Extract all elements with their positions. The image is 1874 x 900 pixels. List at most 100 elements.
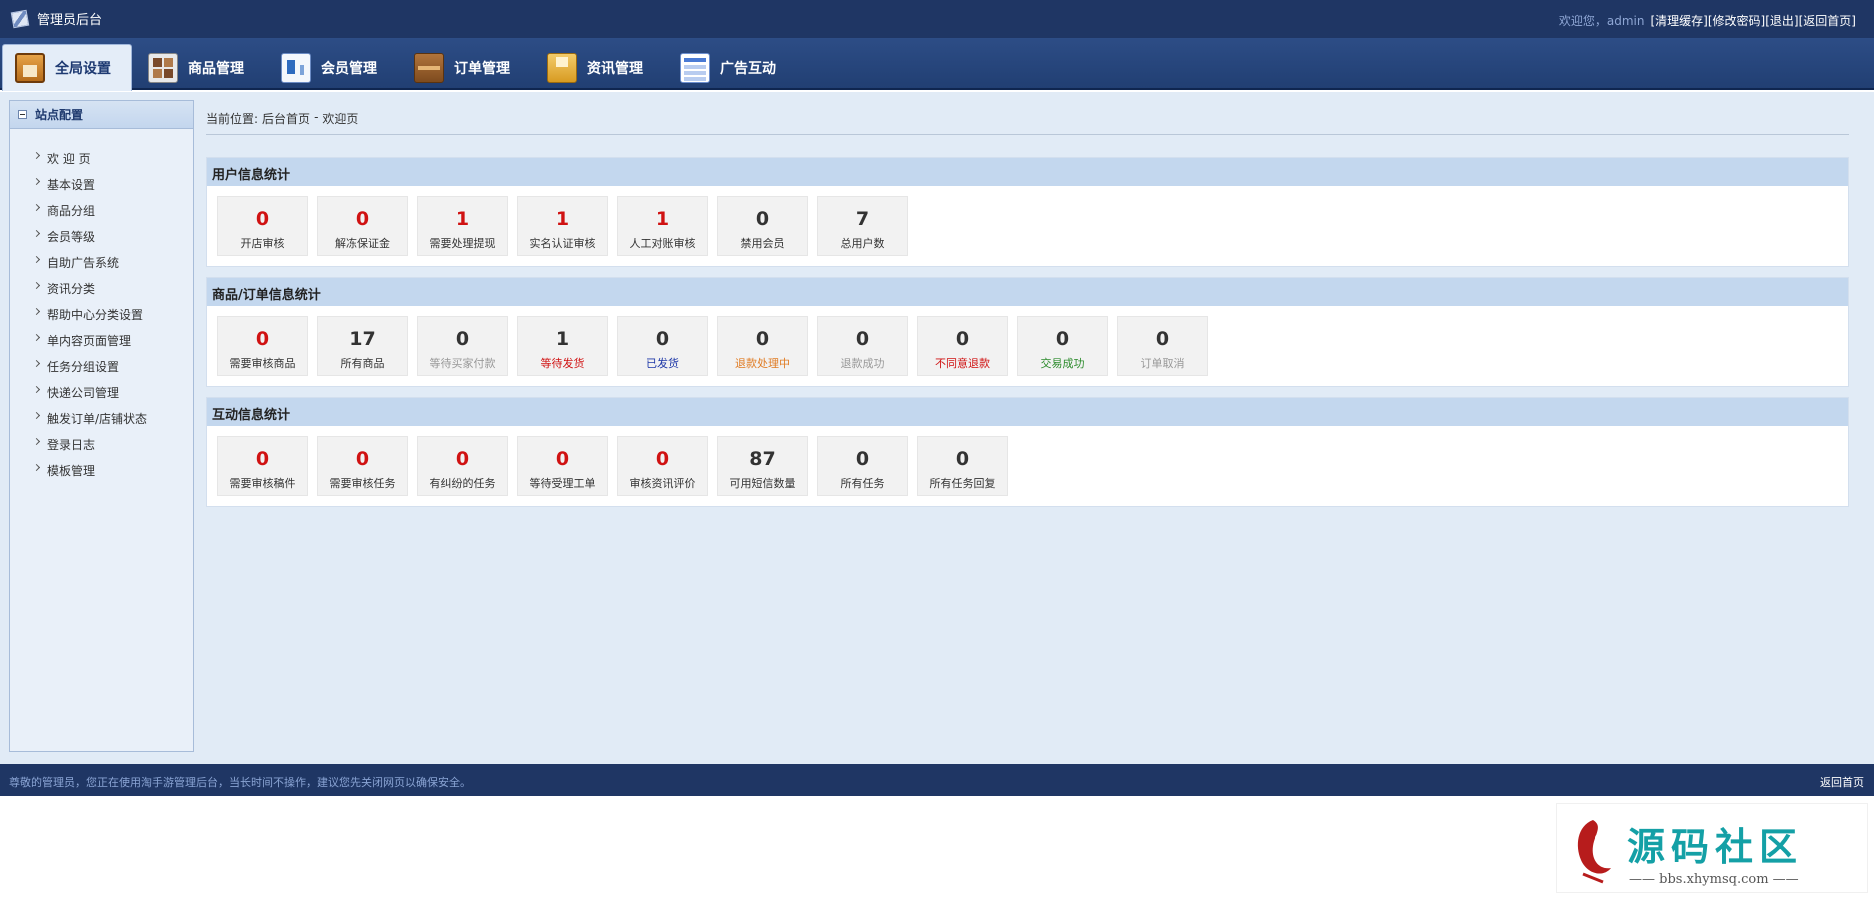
breadcrumb-home[interactable]: 后台首页 bbox=[262, 110, 310, 127]
chevron-right-icon bbox=[32, 463, 41, 472]
sidebar-item-ad-system[interactable]: 自助广告系统 bbox=[32, 249, 193, 275]
sidebar-item-templates[interactable]: 模板管理 bbox=[32, 457, 193, 483]
tab-global-settings[interactable]: 全局设置 bbox=[2, 44, 132, 91]
stat-card[interactable]: 7 总用户数 bbox=[817, 196, 908, 256]
stat-card[interactable]: 1 需要处理提现 bbox=[417, 196, 508, 256]
section-title: 互动信息统计 bbox=[207, 398, 1848, 426]
stat-label: 所有任务回复 bbox=[929, 477, 996, 490]
stat-card[interactable]: 0 所有任务 bbox=[817, 436, 908, 496]
stat-card[interactable]: 0 解冻保证金 bbox=[317, 196, 408, 256]
sidebar-item-news-categories[interactable]: 资讯分类 bbox=[32, 275, 193, 301]
tab-orders[interactable]: 订单管理 bbox=[402, 46, 530, 90]
tab-products[interactable]: 商品管理 bbox=[136, 46, 264, 90]
grid-icon bbox=[148, 53, 178, 83]
stat-label: 需要审核商品 bbox=[229, 357, 296, 370]
return-home-link[interactable]: [返回首页] bbox=[1799, 12, 1856, 29]
stat-card[interactable]: 0 需要审核任务 bbox=[317, 436, 408, 496]
stat-label: 订单取消 bbox=[1140, 357, 1185, 370]
stat-label: 交易成功 bbox=[1040, 357, 1085, 370]
member-card-icon bbox=[281, 53, 311, 83]
stat-card[interactable]: 1 人工对账审核 bbox=[617, 196, 708, 256]
stat-label: 退款成功 bbox=[840, 357, 885, 370]
sidebar-item-couriers[interactable]: 快递公司管理 bbox=[32, 379, 193, 405]
sidebar-item-single-pages[interactable]: 单内容页面管理 bbox=[32, 327, 193, 353]
stat-label: 审核资讯评价 bbox=[629, 477, 696, 490]
chevron-right-icon bbox=[32, 203, 41, 212]
stat-label: 禁用会员 bbox=[740, 237, 785, 250]
sidebar-item-trigger-status[interactable]: 触发订单/店铺状态 bbox=[32, 405, 193, 431]
stat-card[interactable]: 1 等待发货 bbox=[517, 316, 608, 376]
breadcrumb: 当前位置: 后台首页 - 欢迎页 bbox=[206, 110, 359, 127]
stat-card[interactable]: 0 有纠纷的任务 bbox=[417, 436, 508, 496]
change-password-link[interactable]: [修改密码] bbox=[1708, 12, 1765, 29]
folder-icon bbox=[547, 53, 577, 83]
stat-card[interactable]: 0 开店审核 bbox=[217, 196, 308, 256]
stat-label: 需要审核任务 bbox=[329, 477, 396, 490]
logout-link[interactable]: [退出] bbox=[1765, 12, 1798, 29]
stat-value: 0 bbox=[255, 448, 270, 470]
interaction-stats-section: 互动信息统计 0 需要审核稿件 0 需要审核任务 0 有纠纷的任务 0 等待受理工单 0 审核资讯… bbox=[206, 397, 1849, 507]
stat-value: 0 bbox=[555, 448, 570, 470]
stat-value: 87 bbox=[749, 448, 776, 470]
chevron-right-icon bbox=[32, 333, 41, 342]
stat-value: 0 bbox=[655, 328, 670, 350]
stat-cards: 0 需要审核商品 17 所有商品 0 等待买家付款 1 等待发货 0 已发货 0 退款处理中 0 退款成功… bbox=[207, 306, 1848, 386]
footer-message: 尊敬的管理员，您正在使用淘手游管理后台，当长时间不操作，建议您先关闭网页以确保安… bbox=[9, 776, 471, 789]
chevron-right-icon bbox=[32, 359, 41, 368]
sidebar-item-help-categories[interactable]: 帮助中心分类设置 bbox=[32, 301, 193, 327]
section-title: 商品/订单信息统计 bbox=[207, 278, 1848, 306]
stat-card[interactable]: 0 所有任务回复 bbox=[917, 436, 1008, 496]
sidebar-item-login-log[interactable]: 登录日志 bbox=[32, 431, 193, 457]
sidebar-header[interactable]: 站点配置 bbox=[10, 101, 193, 129]
chevron-right-icon bbox=[32, 307, 41, 316]
footer-return-home-link[interactable]: 返回首页 bbox=[1820, 774, 1864, 790]
stat-card[interactable]: 17 所有商品 bbox=[317, 316, 408, 376]
watermark-url: —— bbs.xhymsq.com —— bbox=[1629, 872, 1799, 887]
top-links: 欢迎您，admin [清理缓存] [修改密码] [退出] [返回首页] bbox=[1559, 12, 1856, 29]
stat-card[interactable]: 0 审核资讯评价 bbox=[617, 436, 708, 496]
tab-members[interactable]: 会员管理 bbox=[269, 46, 397, 90]
stat-label: 已发货 bbox=[646, 357, 679, 370]
stat-value: 17 bbox=[349, 328, 376, 350]
stat-card[interactable]: 0 需要审核稿件 bbox=[217, 436, 308, 496]
collapse-icon[interactable] bbox=[18, 110, 27, 119]
stat-label: 有纠纷的任务 bbox=[429, 477, 496, 490]
content-area: 站点配置 欢 迎 页 基本设置 商品分组 会员等级 自助广告系统 资讯分类 帮助… bbox=[0, 92, 1874, 764]
stat-value: 1 bbox=[555, 328, 570, 350]
stat-card[interactable]: 0 交易成功 bbox=[1017, 316, 1108, 376]
stat-card[interactable]: 0 等待受理工单 bbox=[517, 436, 608, 496]
sidebar-item-task-groups[interactable]: 任务分组设置 bbox=[32, 353, 193, 379]
stat-card[interactable]: 1 实名认证审核 bbox=[517, 196, 608, 256]
product-order-stats-section: 商品/订单信息统计 0 需要审核商品 17 所有商品 0 等待买家付款 1 等待发货 0 已发货 0… bbox=[206, 277, 1849, 387]
calendar-icon bbox=[680, 53, 710, 83]
stat-card[interactable]: 0 等待买家付款 bbox=[417, 316, 508, 376]
stat-card[interactable]: 0 退款成功 bbox=[817, 316, 908, 376]
chevron-right-icon bbox=[32, 177, 41, 186]
tab-ads[interactable]: 广告互动 bbox=[668, 46, 796, 90]
stat-value: 0 bbox=[755, 208, 770, 230]
clear-cache-link[interactable]: [清理缓存] bbox=[1651, 12, 1708, 29]
stat-card[interactable]: 0 退款处理中 bbox=[717, 316, 808, 376]
stat-card[interactable]: 0 不同意退款 bbox=[917, 316, 1008, 376]
sidebar-item-product-groups[interactable]: 商品分组 bbox=[32, 197, 193, 223]
stat-label: 等待受理工单 bbox=[529, 477, 596, 490]
stat-card[interactable]: 87 可用短信数量 bbox=[717, 436, 808, 496]
section-title: 用户信息统计 bbox=[207, 158, 1848, 186]
stat-label: 可用短信数量 bbox=[729, 477, 796, 490]
stat-card[interactable]: 0 禁用会员 bbox=[717, 196, 808, 256]
stat-value: 0 bbox=[755, 328, 770, 350]
brand: 管理员后台 bbox=[10, 9, 103, 28]
chevron-right-icon bbox=[32, 255, 41, 264]
sidebar-item-welcome[interactable]: 欢 迎 页 bbox=[32, 145, 193, 171]
sidebar-item-basic-settings[interactable]: 基本设置 bbox=[32, 171, 193, 197]
wallet-icon bbox=[414, 53, 444, 83]
tab-news[interactable]: 资讯管理 bbox=[535, 46, 663, 90]
stat-card[interactable]: 0 订单取消 bbox=[1117, 316, 1208, 376]
stat-card[interactable]: 0 已发货 bbox=[617, 316, 708, 376]
sidebar-item-member-levels[interactable]: 会员等级 bbox=[32, 223, 193, 249]
stat-label: 所有任务 bbox=[840, 477, 885, 490]
breadcrumb-current: 欢迎页 bbox=[322, 112, 359, 126]
stat-card[interactable]: 0 需要审核商品 bbox=[217, 316, 308, 376]
app-title: 管理员后台 bbox=[37, 13, 103, 28]
stat-label: 退款处理中 bbox=[735, 357, 790, 370]
